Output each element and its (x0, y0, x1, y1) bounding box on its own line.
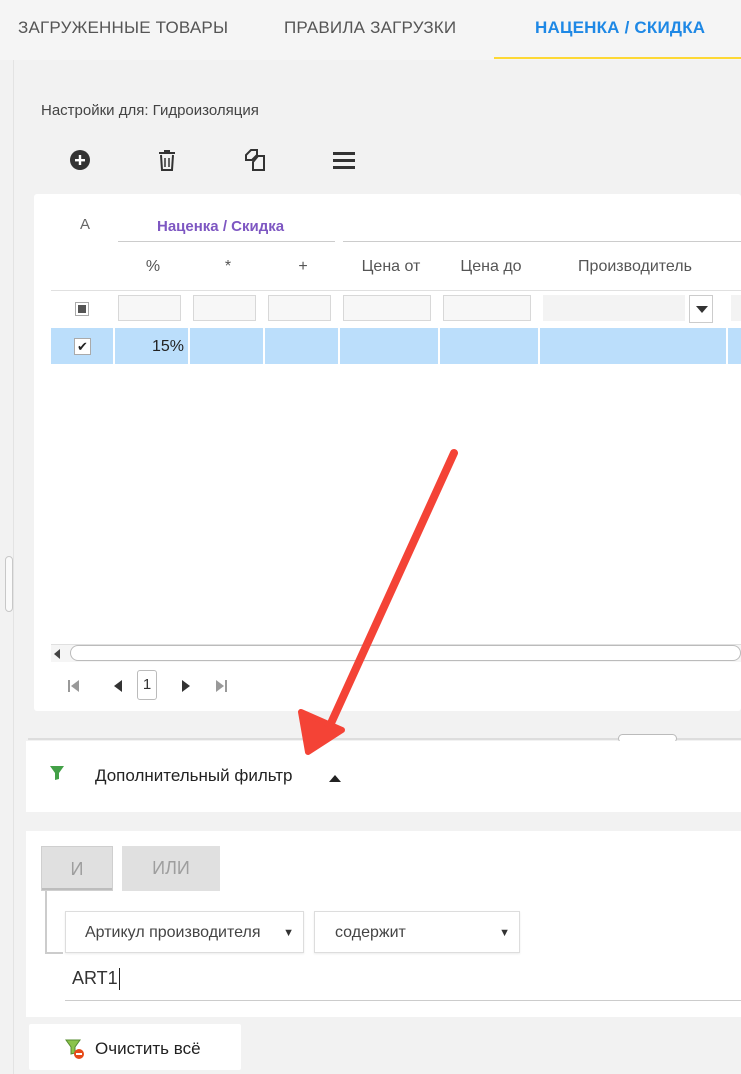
row-checkbox[interactable]: ✔ (74, 338, 91, 355)
filter-manufacturer-input[interactable] (543, 295, 685, 321)
cell-divider (113, 328, 115, 364)
last-page-icon[interactable] (213, 678, 229, 694)
group-header-underline-2 (343, 241, 741, 242)
filter-manufacturer-dropdown[interactable] (689, 295, 713, 323)
condition-value-text: ART1 (72, 968, 118, 988)
column-header-price-to[interactable]: Цена до (441, 258, 541, 276)
cell-divider (438, 328, 440, 364)
column-header-price-from[interactable]: Цена от (341, 258, 441, 276)
clear-filter-icon (65, 1039, 84, 1059)
copy-button[interactable] (241, 146, 269, 174)
condition-field-value: Артикул производителя (85, 924, 261, 941)
condition-operator-select[interactable]: содержит ▼ (314, 911, 520, 953)
active-tab-indicator (494, 57, 741, 59)
condition-tree-branch (45, 952, 63, 954)
text-cursor (118, 968, 120, 991)
tab-markup-discount[interactable]: НАЦЕНКА / СКИДКА (535, 18, 705, 38)
next-page-icon[interactable] (178, 678, 194, 694)
logic-or-button[interactable]: ИЛИ (122, 846, 220, 891)
first-page-icon[interactable] (66, 678, 82, 694)
chevron-down-icon: ▼ (283, 927, 294, 939)
menu-button[interactable] (330, 146, 358, 174)
collapse-caret-icon[interactable] (329, 775, 341, 782)
cell-divider (726, 328, 728, 364)
tab-loaded-goods[interactable]: ЗАГРУЖЕННЫЕ ТОВАРЫ (18, 18, 228, 38)
clear-all-label[interactable]: Очистить всё (95, 1039, 201, 1059)
add-button[interactable] (66, 146, 94, 174)
scrollbar-thumb[interactable] (70, 645, 741, 661)
condition-operator-value: содержит (335, 924, 406, 941)
filter-add-input[interactable] (268, 295, 331, 321)
scroll-left-icon[interactable] (54, 649, 60, 659)
group-header-underline (118, 241, 335, 242)
markup-group-header: Наценка / Скидка (157, 218, 285, 235)
menu-icon (333, 152, 355, 169)
side-panel-scrollbar[interactable] (5, 556, 13, 612)
column-header-add[interactable]: + (266, 258, 340, 276)
current-page[interactable]: 1 (137, 670, 157, 700)
extra-filter-title[interactable]: Дополнительный фильтр (95, 766, 293, 786)
filter-next-input[interactable] (731, 295, 741, 321)
cell-divider (263, 328, 265, 364)
tab-load-rules[interactable]: ПРАВИЛА ЗАГРУЗКИ (284, 18, 456, 38)
filter-percent-input[interactable] (118, 295, 181, 321)
column-header-multiply[interactable]: * (191, 258, 265, 276)
condition-tree-line (45, 891, 47, 954)
cell-percent[interactable]: 15% (116, 338, 184, 356)
filter-icon (50, 766, 64, 780)
column-a-header: A (80, 216, 91, 233)
cell-divider (338, 328, 340, 364)
logic-and-button[interactable]: И (41, 846, 113, 891)
add-circle-icon (70, 150, 90, 170)
prev-page-icon[interactable] (110, 678, 126, 694)
delete-button[interactable] (153, 146, 181, 174)
condition-field-select[interactable]: Артикул производителя ▼ (65, 911, 304, 953)
filter-price-to-input[interactable] (443, 295, 531, 321)
trash-icon (159, 150, 175, 171)
chevron-down-icon: ▼ (499, 927, 510, 939)
copy-icon (245, 149, 265, 171)
cell-divider (538, 328, 540, 364)
settings-for-label: Настройки для: Гидроизоляция (41, 102, 259, 119)
filter-multiply-input[interactable] (193, 295, 256, 321)
column-header-manufacturer[interactable]: Производитель (541, 258, 729, 276)
filter-price-from-input[interactable] (343, 295, 431, 321)
condition-value-input[interactable]: ART1 (65, 959, 741, 1001)
tab-bar: ЗАГРУЖЕННЫЕ ТОВАРЫ ПРАВИЛА ЗАГРУЗКИ НАЦЕ… (0, 0, 741, 60)
column-header-percent[interactable]: % (116, 258, 190, 276)
select-all-checkbox[interactable] (75, 302, 89, 316)
cell-divider (188, 328, 190, 364)
